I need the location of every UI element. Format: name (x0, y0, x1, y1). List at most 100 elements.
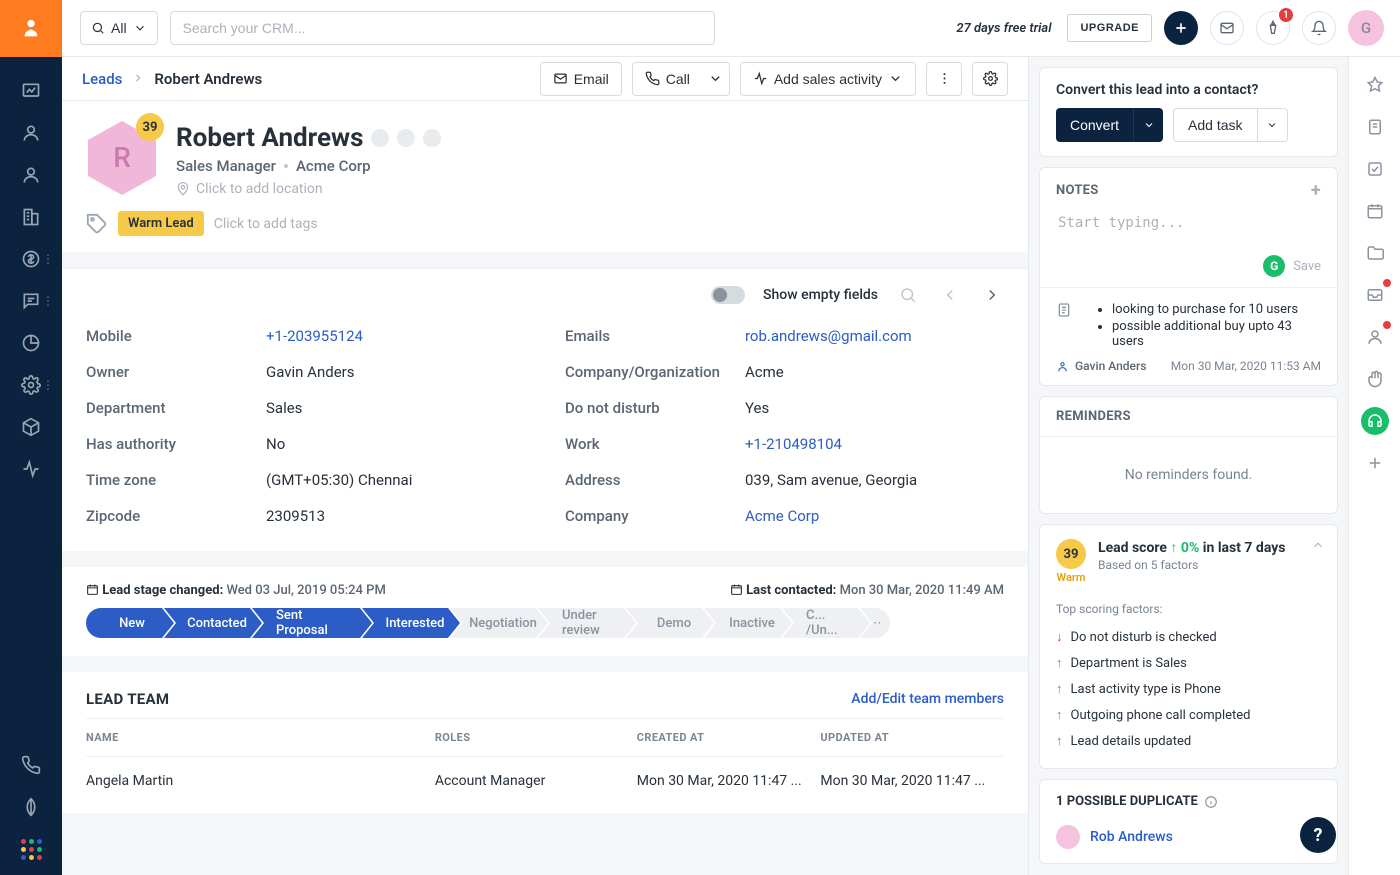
trial-label: 27 days free trial (956, 21, 1051, 36)
breadcrumb-leaf: Robert Andrews (154, 70, 262, 88)
nav-phone-icon[interactable] (10, 749, 52, 781)
stage-new[interactable]: New (86, 608, 174, 638)
badge-dot (1383, 321, 1391, 329)
field-address[interactable]: Address039, Sam avenue, Georgia (565, 471, 1004, 489)
search-fields-button[interactable] (896, 283, 920, 307)
add-note-button[interactable]: + (1311, 180, 1321, 201)
settings-button[interactable] (972, 62, 1008, 96)
team-section: LEAD TEAM Add/Edit team members NAME ROL… (62, 672, 1028, 813)
add-task-dropdown[interactable] (1258, 108, 1288, 142)
social-icon[interactable] (397, 129, 415, 147)
edit-team-link[interactable]: Add/Edit team members (851, 691, 1004, 707)
user-avatar[interactable]: G (1348, 10, 1384, 46)
stage-closed[interactable]: C... /Un... (782, 608, 870, 638)
help-fab[interactable]: ? (1300, 817, 1336, 853)
rail-pinned-icon[interactable] (1361, 71, 1389, 99)
grammarly-icon: G (1263, 255, 1285, 277)
stage-demo[interactable]: Demo (626, 608, 714, 638)
notes-input[interactable] (1056, 213, 1321, 251)
nav-conversations-icon[interactable]: ⋮ (10, 285, 52, 317)
nav-contacts-icon[interactable] (10, 117, 52, 149)
nav-accounts-icon[interactable] (10, 201, 52, 233)
add-sales-activity-button[interactable]: Add sales activity (740, 62, 916, 96)
field-mobile[interactable]: Mobile+1-203955124 (86, 327, 525, 345)
rail-headset-icon[interactable] (1361, 407, 1389, 435)
field-timezone[interactable]: Time zone(GMT+05:30) Chennai (86, 471, 525, 489)
rail-calendar-icon[interactable] (1361, 197, 1389, 225)
score-factor: ↑Outgoing phone call completed (1056, 702, 1321, 728)
field-emails[interactable]: Emailsrob.andrews@gmail.com (565, 327, 1004, 345)
score-factor: ↑Last activity type is Phone (1056, 676, 1321, 702)
search-input[interactable] (181, 19, 704, 37)
notes-save-button[interactable]: Save (1293, 259, 1321, 274)
rail-inbox-icon[interactable] (1361, 281, 1389, 309)
rail-person-icon[interactable] (1361, 323, 1389, 351)
collapse-button[interactable] (1311, 537, 1325, 556)
upgrade-button[interactable]: UPGRADE (1067, 14, 1152, 42)
field-org[interactable]: Company/OrganizationAcme (565, 363, 1004, 381)
page-header: Leads Robert Andrews Email Call (62, 57, 1028, 101)
add-tags-button[interactable]: Click to add tags (214, 216, 318, 232)
topbar: All 27 days free trial UPGRADE 1 G (62, 0, 1400, 57)
field-company[interactable]: CompanyAcme Corp (565, 507, 1004, 525)
score-pill: 39 Warm (1056, 539, 1086, 584)
breadcrumb-root[interactable]: Leads (82, 70, 122, 88)
show-empty-toggle[interactable] (711, 286, 745, 304)
convert-button[interactable]: Convert (1056, 108, 1133, 142)
field-owner[interactable]: OwnerGavin Anders (86, 363, 525, 381)
rail-add-icon[interactable] (1361, 449, 1389, 477)
convert-dropdown[interactable] (1133, 108, 1163, 142)
score-card: 39 Warm Lead score ↑ 0% in last 7 days B… (1039, 524, 1338, 769)
search-input-wrapper[interactable] (170, 11, 715, 45)
info-icon[interactable] (1204, 795, 1218, 809)
call-dropdown[interactable] (702, 62, 730, 96)
stage-inactive[interactable]: Inactive (704, 608, 792, 638)
email-icon-button[interactable] (1210, 11, 1244, 45)
field-work[interactable]: Work+1-210498104 (565, 435, 1004, 453)
field-zip[interactable]: Zipcode2309513 (86, 507, 525, 525)
field-authority[interactable]: Has authorityNo (86, 435, 525, 453)
nav-dashboard-icon[interactable] (10, 75, 52, 107)
social-icon[interactable] (371, 129, 389, 147)
next-record-button[interactable] (980, 283, 1004, 307)
table-row[interactable]: Angela Martin Account Manager Mon 30 Mar… (86, 757, 1004, 806)
rail-folder-icon[interactable] (1361, 239, 1389, 267)
nav-apps-icon[interactable] (10, 833, 52, 865)
rail-note-icon[interactable] (1361, 113, 1389, 141)
stage-under-review[interactable]: Under review (538, 608, 636, 638)
stage-contacted[interactable]: Contacted (164, 608, 262, 638)
stage-interested[interactable]: Interested (362, 608, 460, 638)
lead-tag[interactable]: Warm Lead (118, 211, 204, 236)
nav-leads-icon[interactable] (10, 159, 52, 191)
nav-eco-icon[interactable] (10, 791, 52, 823)
rail-gesture-icon[interactable] (1361, 365, 1389, 393)
add-location-button[interactable]: Click to add location (176, 181, 441, 197)
team-title: LEAD TEAM (86, 690, 169, 708)
nav-products-icon[interactable] (10, 411, 52, 443)
field-dnd[interactable]: Do not disturbYes (565, 399, 1004, 417)
rail-tasks-icon[interactable] (1361, 155, 1389, 183)
nav-analytics-icon[interactable] (10, 327, 52, 359)
nav-settings-icon[interactable]: ⋮ (10, 369, 52, 401)
add-task-button[interactable]: Add task (1173, 108, 1257, 142)
calendar-icon (730, 583, 743, 596)
announcements-button[interactable]: 1 (1256, 11, 1290, 45)
stage-sent-proposal[interactable]: Sent Proposal (252, 608, 372, 638)
email-button[interactable]: Email (540, 62, 622, 96)
search-filter-dropdown[interactable]: All (80, 11, 158, 45)
call-button[interactable]: Call (632, 62, 703, 96)
app-logo[interactable] (0, 0, 62, 57)
more-actions-button[interactable] (926, 62, 962, 96)
score-factor: ↑Department is Sales (1056, 650, 1321, 676)
nav-deals-icon[interactable]: ⋮ (10, 243, 52, 275)
reminders-card: REMINDERS No reminders found. (1039, 396, 1338, 514)
field-department[interactable]: DepartmentSales (86, 399, 525, 417)
notifications-button[interactable] (1302, 11, 1336, 45)
duplicate-entry[interactable]: Rob Andrews (1040, 817, 1337, 863)
social-icon[interactable] (423, 129, 441, 147)
duplicates-card: 1 POSSIBLE DUPLICATE Rob Andrews (1039, 779, 1338, 864)
nav-activity-icon[interactable] (10, 453, 52, 485)
prev-record-button[interactable] (938, 283, 962, 307)
add-button[interactable] (1164, 11, 1198, 45)
stage-negotiation[interactable]: Negotiation (450, 608, 548, 638)
